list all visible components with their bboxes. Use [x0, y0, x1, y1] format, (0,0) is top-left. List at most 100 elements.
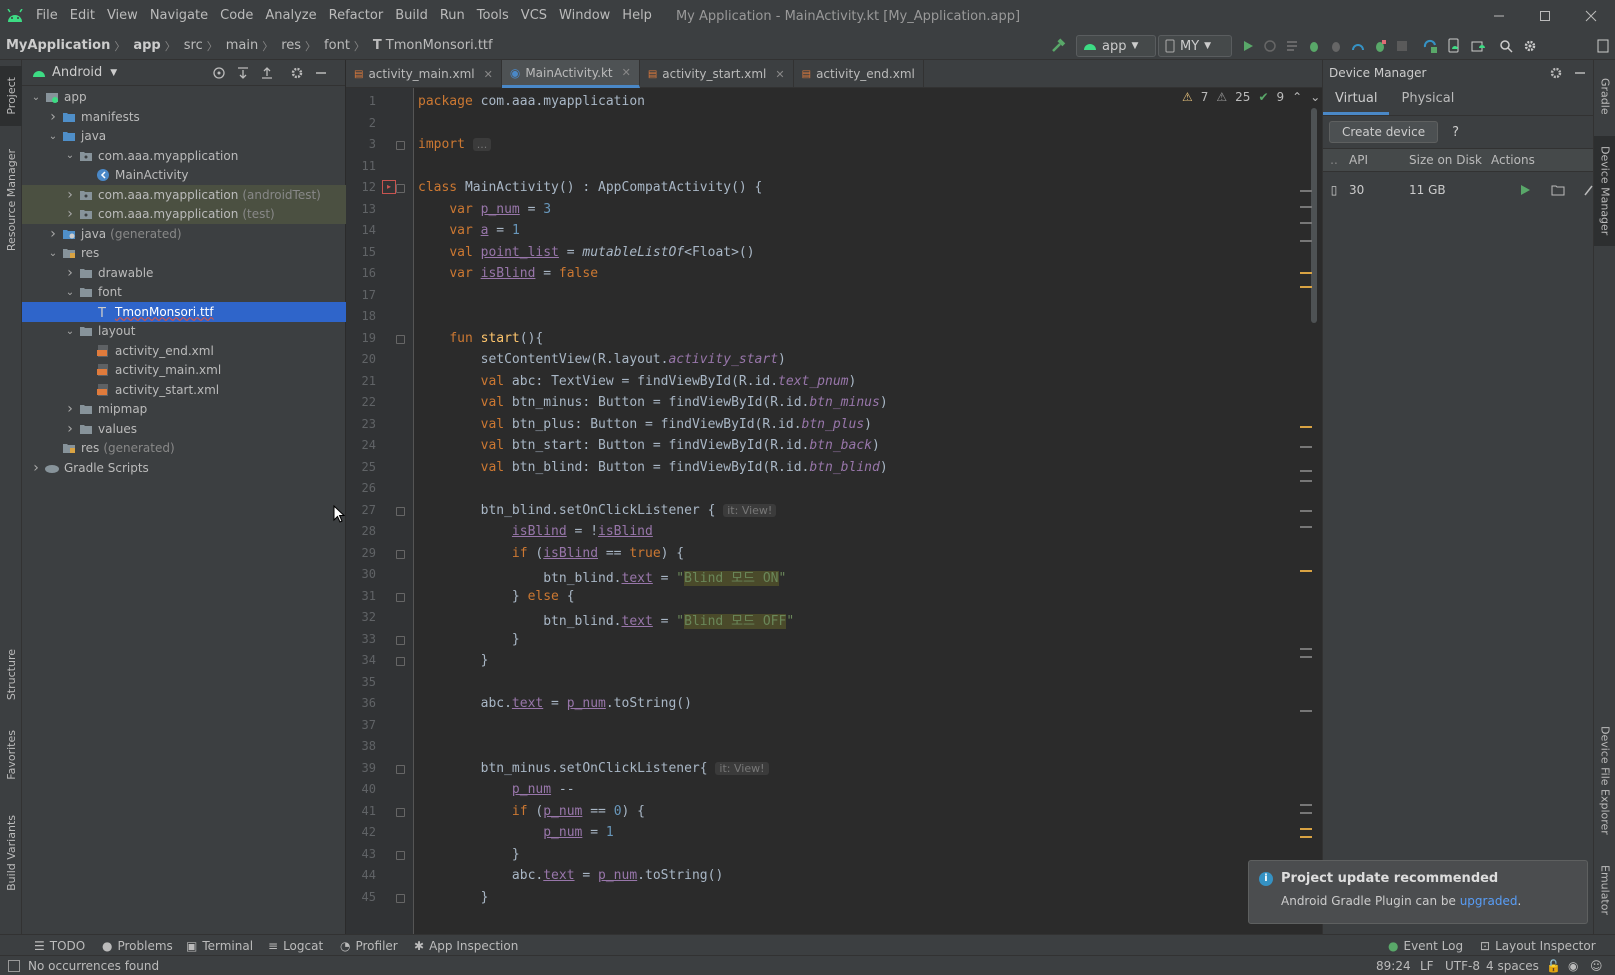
stripe-mark[interactable] [1300, 804, 1312, 806]
stripe-mark[interactable] [1300, 710, 1312, 712]
breadcrumb-res[interactable]: res 〉 [275, 38, 318, 54]
fold-marker-icon[interactable] [396, 549, 405, 559]
code-line[interactable]: class MainActivity() : AppCompatActivity… [418, 180, 762, 195]
tree-item[interactable]: › values [22, 419, 346, 439]
tree-item[interactable]: MainActivity [22, 165, 346, 185]
fold-marker-icon[interactable] [396, 141, 405, 150]
apply-code-changes-button[interactable] [1281, 32, 1303, 60]
fold-marker-icon[interactable] [396, 657, 405, 666]
stripe-mark[interactable] [1300, 286, 1312, 288]
menu-help[interactable]: Help [616, 0, 658, 32]
code-line[interactable]: if (p_num == 0) { [418, 804, 645, 819]
tab-device-file-explorer[interactable]: Device File Explorer [1594, 715, 1615, 845]
avd-manager-button[interactable] [1442, 32, 1466, 60]
breadcrumb-main[interactable]: main 〉 [220, 38, 275, 54]
search-everywhere-button[interactable] [1494, 32, 1518, 60]
chevron-right-icon[interactable]: › [62, 187, 78, 203]
close-window-button[interactable] [1568, 0, 1614, 32]
close-tab-icon[interactable]: ✕ [484, 68, 493, 81]
toggle-tool-windows-icon[interactable] [8, 959, 20, 972]
settings-button[interactable] [1518, 32, 1542, 60]
chevron-right-icon[interactable]: › [62, 265, 78, 281]
fold-marker-icon[interactable] [396, 635, 405, 645]
fold-marker-icon[interactable] [396, 592, 405, 602]
code-line[interactable]: val abc: TextView = findViewById(R.id.te… [418, 374, 857, 389]
tree-item[interactable]: › com.aaa.myapplication (test) [22, 204, 346, 224]
stripe-mark[interactable] [1300, 480, 1312, 482]
stripe-mark[interactable] [1300, 426, 1312, 428]
code-line[interactable]: } else { [418, 589, 575, 604]
menu-window[interactable]: Window [553, 0, 616, 32]
folder-icon[interactable] [1551, 184, 1565, 196]
code-line[interactable]: abc.text = p_num.toString() [418, 696, 692, 711]
stripe-mark[interactable] [1300, 446, 1312, 448]
sdk-manager-button[interactable] [1466, 32, 1490, 60]
apply-changes-button[interactable] [1259, 32, 1281, 60]
tab-activity-end[interactable]: ▤ activity_end.xml [794, 60, 924, 88]
device-row[interactable]: ▯ 30 11 GB [1323, 172, 1593, 208]
menu-code[interactable]: Code [214, 0, 259, 32]
code-line[interactable]: val btn_start: Button = findViewById(R.i… [418, 438, 880, 453]
tool-layout-inspector[interactable]: ⊡ Layout Inspector [1480, 935, 1596, 956]
edit-icon[interactable] [1583, 184, 1593, 196]
code-line[interactable]: btn_blind.text = "Blind 모드 ON" [418, 567, 786, 586]
tab-gradle[interactable]: Gradle [1594, 66, 1615, 126]
debug-button[interactable] [1303, 32, 1325, 60]
caret-position[interactable]: 89:24 [1376, 959, 1411, 973]
tree-item[interactable]: › com.aaa.myapplication (androidTest) [22, 184, 346, 205]
tree-item[interactable]: ⌄ res [22, 243, 346, 263]
breadcrumb-font[interactable]: font 〉 [318, 38, 367, 54]
size-column-header[interactable]: Size on Disk [1405, 153, 1487, 167]
breadcrumb-src[interactable]: src 〉 [178, 38, 220, 54]
code-line[interactable]: val btn_blind: Button = findViewById(R.i… [418, 460, 888, 475]
fold-marker-icon[interactable] [396, 807, 405, 817]
code-line[interactable]: } [418, 890, 489, 905]
tree-item[interactable]: res (generated) [22, 438, 346, 458]
tab-activity-start[interactable]: ▤ activity_start.xml ✕ [640, 60, 794, 88]
tree-item[interactable]: activity_main.xml [22, 360, 346, 380]
chevron-right-icon[interactable]: › [45, 226, 61, 242]
notification-balloon[interactable]: i Project update recommended Android Gra… [1248, 860, 1588, 924]
run-config-select[interactable]: app ▼ [1076, 35, 1156, 57]
tab-device-manager[interactable]: Device Manager [1594, 136, 1615, 246]
tab-activity-main[interactable]: ▤ activity_main.xml ✕ [346, 60, 502, 88]
menu-run[interactable]: Run [434, 0, 471, 32]
stripe-mark[interactable] [1300, 272, 1312, 274]
scrollbar-thumb[interactable] [1311, 108, 1317, 323]
chevron-right-icon[interactable]: › [28, 460, 44, 476]
chevron-down-icon[interactable]: ⌄ [28, 92, 44, 103]
tree-item[interactable]: ⌄ java [22, 126, 346, 146]
code-line[interactable]: package com.aaa.myapplication [418, 94, 645, 109]
code-line[interactable]: var isBlind = false [418, 266, 598, 281]
chevron-right-icon[interactable]: › [62, 206, 78, 222]
stripe-mark[interactable] [1300, 570, 1312, 572]
stripe-mark[interactable] [1300, 526, 1312, 528]
chevron-right-icon[interactable]: › [62, 401, 78, 417]
chevron-down-icon[interactable]: ⌄ [45, 248, 61, 259]
code-line[interactable]: } [418, 847, 520, 862]
breadcrumb-file[interactable]: T TmonMonsori.ttf [367, 38, 495, 53]
tab-project[interactable]: Project [0, 66, 22, 126]
close-tab-icon[interactable]: ✕ [775, 68, 784, 81]
fold-marker-icon[interactable] [396, 334, 405, 344]
stripe-mark[interactable] [1300, 510, 1312, 512]
fold-marker-icon[interactable] [396, 506, 405, 516]
tree-item[interactable]: ⌄ font [22, 282, 346, 302]
code-line[interactable]: var a = 1 [418, 223, 519, 238]
menu-tools[interactable]: Tools [471, 0, 515, 32]
stripe-mark[interactable] [1300, 836, 1312, 838]
tool-logcat[interactable]: ≡ Logcat [268, 935, 323, 956]
menu-edit[interactable]: Edit [64, 0, 101, 32]
gear-icon[interactable] [290, 66, 304, 80]
maximize-button[interactable] [1522, 0, 1568, 32]
code-line[interactable]: } [418, 632, 520, 647]
file-encoding[interactable]: UTF-8 [1445, 959, 1480, 973]
tree-item[interactable]: ⌄ com.aaa.myapplication [22, 146, 346, 166]
device-select[interactable]: MY ▼ [1158, 35, 1232, 57]
close-tab-icon[interactable]: ✕ [622, 66, 631, 79]
tree-item[interactable]: activity_end.xml [22, 341, 346, 361]
inspection-widget[interactable]: ⚠ 7 ⚠ 25 ✔ 9 ⌃ ⌄ [1182, 90, 1320, 104]
fold-marker-icon[interactable] [396, 764, 405, 774]
tree-item[interactable]: › Gradle Scripts [22, 458, 346, 478]
code-line[interactable]: btn_minus.setOnClickListener{ it: View! [418, 761, 769, 776]
